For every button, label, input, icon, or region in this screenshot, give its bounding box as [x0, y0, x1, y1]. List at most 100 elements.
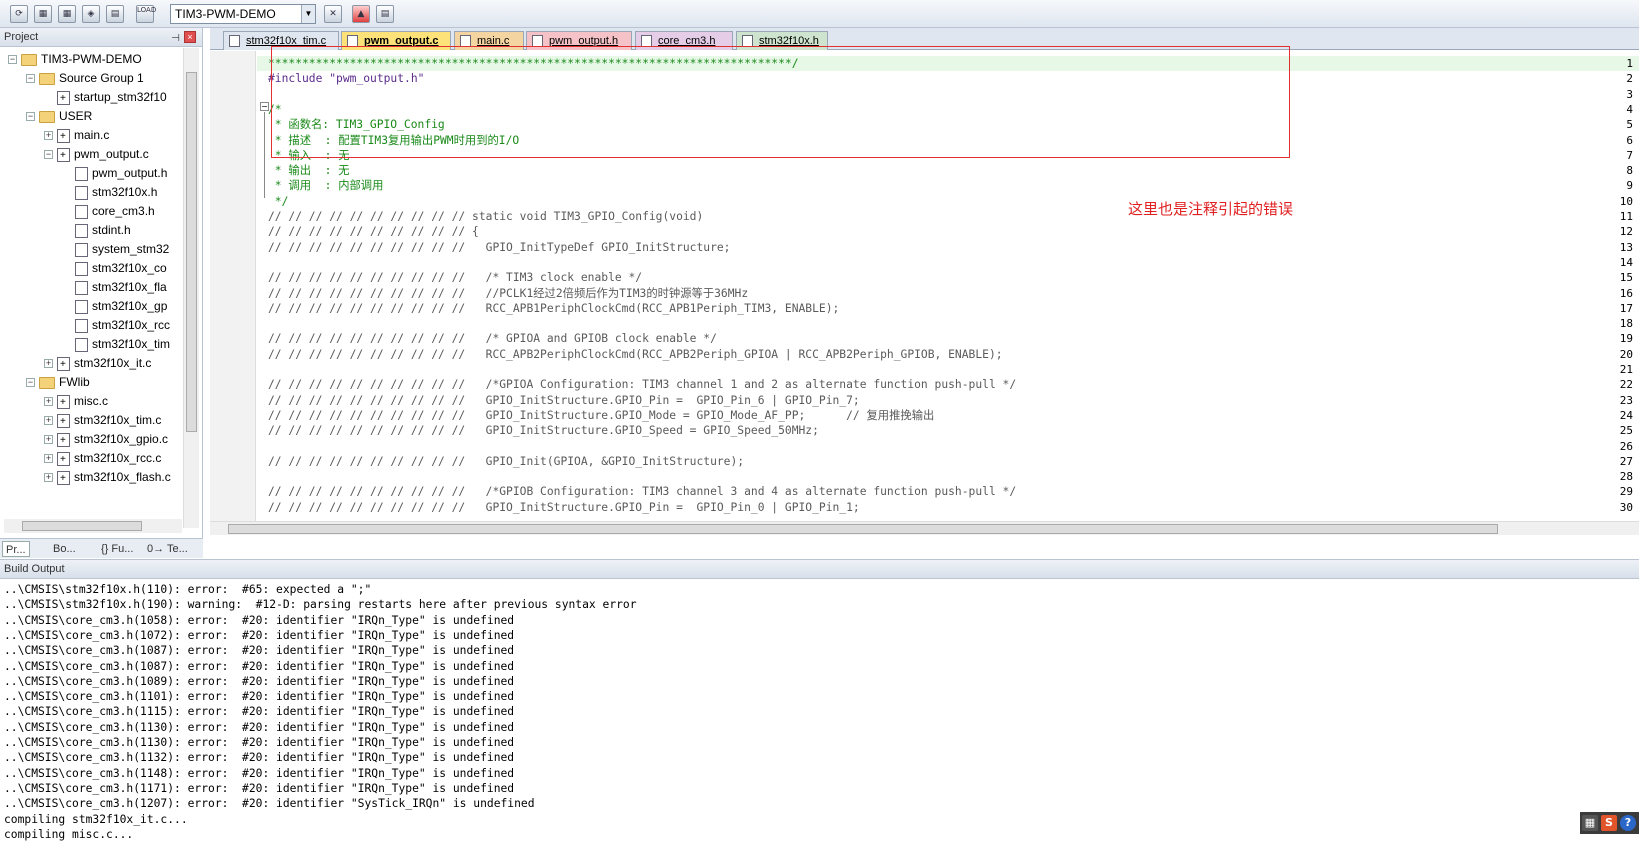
build-output-line: ..\CMSIS\core_cm3.h(1087): error: #20: i…	[4, 644, 515, 658]
folder-icon	[39, 376, 55, 389]
chevron-down-icon[interactable]: ▼	[301, 5, 315, 23]
close-icon[interactable]: ×	[184, 31, 196, 43]
tree-item-label: main.c	[74, 128, 110, 142]
options-icon[interactable]: ✕	[324, 5, 342, 23]
code-line: // // // // // // // // // // RCC_APB2Pe…	[268, 347, 1003, 361]
manage-components-icon[interactable]: ▲	[352, 5, 370, 23]
tree-item[interactable]: system_stm32	[62, 240, 169, 259]
scroll-thumb[interactable]	[22, 521, 142, 531]
build-output[interactable]: ..\CMSIS\stm32f10x.h(110): error: #65: e…	[0, 580, 1639, 851]
line-number: 28	[1619, 470, 1633, 484]
target-select[interactable]: TIM3-PWM-DEMO ▼	[170, 4, 316, 24]
line-number: 9	[1626, 179, 1633, 193]
tree-item[interactable]: + stm32f10x_tim.c	[44, 411, 161, 431]
help-icon[interactable]: ?	[1620, 815, 1636, 831]
sogou-s-icon[interactable]: S	[1601, 815, 1617, 831]
keyboard-icon[interactable]: ▦	[1582, 815, 1598, 831]
pin-icon[interactable]: ⊣	[171, 30, 180, 48]
source-file-icon	[57, 146, 70, 165]
tree-item[interactable]: − pwm_output.c	[44, 145, 149, 165]
line-number: 12	[1619, 225, 1633, 239]
tree-item[interactable]: stm32f10x_tim	[62, 335, 170, 354]
tree-item[interactable]: + stm32f10x_it.c	[44, 354, 151, 374]
system-tray: ▦ S ?	[1580, 812, 1639, 834]
tree-item[interactable]: + stm32f10x_rcc.c	[44, 449, 161, 469]
scroll-thumb[interactable]	[186, 72, 197, 432]
batch-build-icon[interactable]: ◈	[82, 5, 100, 23]
scroll-thumb[interactable]	[228, 524, 1498, 534]
expand-icon[interactable]: +	[44, 435, 53, 445]
tab-functions[interactable]: {} Fu...	[98, 541, 136, 557]
tree-item[interactable]: + stm32f10x_gpio.c	[44, 430, 169, 450]
tree-item-label: stm32f10x_co	[92, 261, 167, 275]
tab-project[interactable]: Pr...	[2, 541, 30, 557]
tree-item[interactable]: core_cm3.h	[62, 202, 155, 221]
line-number: 4	[1626, 102, 1633, 116]
tree-item[interactable]: stm32f10x_co	[62, 259, 167, 278]
project-hscrollbar[interactable]	[4, 519, 182, 533]
tree-item[interactable]: stm32f10x.h	[62, 183, 157, 202]
line-number: 8	[1626, 164, 1633, 178]
build-output-line: ..\CMSIS\core_cm3.h(1072): error: #20: i…	[4, 628, 515, 642]
expand-icon[interactable]: +	[44, 454, 53, 464]
expand-icon[interactable]: +	[44, 416, 53, 426]
tree-item[interactable]: stm32f10x_gp	[62, 297, 167, 316]
expand-icon[interactable]: +	[44, 359, 53, 369]
expand-icon[interactable]: +	[44, 131, 53, 141]
expand-icon[interactable]: +	[44, 473, 53, 483]
tree-item[interactable]: pwm_output.h	[62, 164, 167, 183]
tree-item-label: stm32f10x_gpio.c	[74, 432, 169, 446]
tree-item[interactable]: stm32f10x_fla	[62, 278, 167, 297]
header-file-icon	[75, 280, 88, 295]
project-vscrollbar[interactable]	[183, 48, 199, 528]
header-file-icon	[75, 261, 88, 276]
build-output-line: ..\CMSIS\core_cm3.h(1101): error: #20: i…	[4, 690, 515, 704]
line-number: 11	[1619, 210, 1633, 223]
collapse-icon[interactable]: −	[26, 112, 35, 122]
tab-books[interactable]: Bo...	[50, 541, 79, 557]
tree-item[interactable]: stm32f10x_rcc	[62, 316, 170, 335]
editor-hscrollbar[interactable]	[210, 521, 1639, 535]
tree-item[interactable]: stdint.h	[62, 221, 131, 240]
tree-item[interactable]: − USER	[26, 107, 92, 126]
tree-item[interactable]: − TIM3-PWM-DEMO	[8, 50, 142, 69]
tree-item-label: stm32f10x_fla	[92, 280, 167, 294]
code-line: // // // // // // // // // // /*GPIOB Co…	[268, 485, 1017, 499]
collapse-icon[interactable]: −	[8, 55, 17, 65]
tree-item-label: FWlib	[59, 375, 90, 389]
tree-item[interactable]: + main.c	[44, 126, 110, 146]
tree-item-label: core_cm3.h	[92, 204, 155, 218]
code-line: * 输出 : 无	[268, 164, 350, 178]
tree-item[interactable]: startup_stm32f10	[44, 88, 167, 108]
collapse-icon[interactable]: −	[26, 378, 35, 388]
code-line: // // // // // // // // // // /* GPIOA a…	[268, 332, 717, 346]
header-file-icon	[75, 299, 88, 314]
tree-item[interactable]: − Source Group 1	[26, 69, 144, 88]
stop-build-icon[interactable]: ▤	[106, 5, 124, 23]
tree-item[interactable]: + stm32f10x_flash.c	[44, 468, 171, 488]
build-output-header: Build Output	[0, 559, 1639, 579]
build-icon[interactable]: ▦	[34, 5, 52, 23]
rebuild-icon[interactable]: ▦	[58, 5, 76, 23]
multi-project-icon[interactable]: ▤	[376, 5, 394, 23]
tab-templates[interactable]: 0→ Te...	[144, 541, 191, 557]
expand-icon[interactable]: +	[44, 397, 53, 407]
line-number: 29	[1619, 485, 1633, 499]
project-panel-title: Project	[4, 31, 39, 43]
line-number: 3	[1626, 87, 1633, 101]
build-output-title: Build Output	[4, 563, 65, 575]
collapse-icon[interactable]: −	[26, 74, 35, 84]
collapse-icon[interactable]: −	[44, 150, 53, 160]
translate-icon[interactable]: ⟳	[10, 5, 28, 23]
header-file-icon	[75, 337, 88, 352]
build-output-line: ..\CMSIS\core_cm3.h(1058): error: #20: i…	[4, 613, 515, 627]
tree-item[interactable]: − FWlib	[26, 373, 90, 392]
project-tree: −TIM3-PWM-DEMO−Source Group 1startup_stm…	[0, 48, 182, 528]
line-number: 19	[1619, 332, 1633, 346]
line-number: 15	[1619, 271, 1633, 285]
code-line: // // // // // // // // // // /*GPIOA Co…	[268, 378, 1017, 392]
source-file-icon	[57, 431, 70, 450]
tree-item[interactable]: + misc.c	[44, 392, 108, 412]
load-icon[interactable]: LOAD	[136, 5, 156, 23]
tree-item-label: pwm_output.h	[92, 166, 168, 180]
